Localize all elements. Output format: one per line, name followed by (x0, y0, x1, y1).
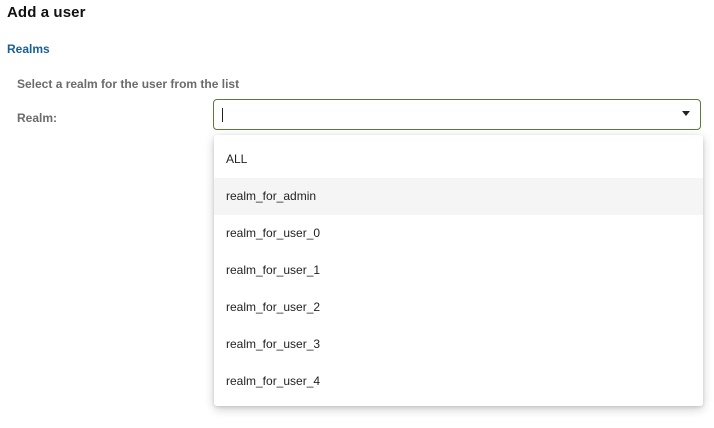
chevron-down-icon[interactable] (682, 111, 690, 116)
realm-option-realm-for-user-4[interactable]: realm_for_user_4 (214, 363, 703, 400)
realm-field-label: Realm: (17, 111, 58, 125)
realm-option-realm-for-admin[interactable]: realm_for_admin (214, 178, 703, 215)
realm-select-input[interactable] (220, 105, 660, 124)
realm-option-all[interactable]: ALL (214, 141, 703, 178)
text-cursor (222, 108, 223, 122)
realm-option-realm-for-user-0[interactable]: realm_for_user_0 (214, 215, 703, 252)
realm-option-realm-for-user-3[interactable]: realm_for_user_3 (214, 326, 703, 363)
page-title: Add a user (7, 4, 86, 21)
realm-select[interactable] (213, 99, 701, 130)
realm-hint-text: Select a realm for the user from the lis… (17, 77, 240, 91)
add-user-page: Add a user Realms Select a realm for the… (0, 0, 714, 428)
realm-option-realm-for-user-2[interactable]: realm_for_user_2 (214, 289, 703, 326)
realm-dropdown-list: ALL realm_for_admin realm_for_user_0 rea… (214, 135, 703, 406)
realm-option-realm-for-user-1[interactable]: realm_for_user_1 (214, 252, 703, 289)
section-title-realms: Realms (7, 42, 50, 56)
